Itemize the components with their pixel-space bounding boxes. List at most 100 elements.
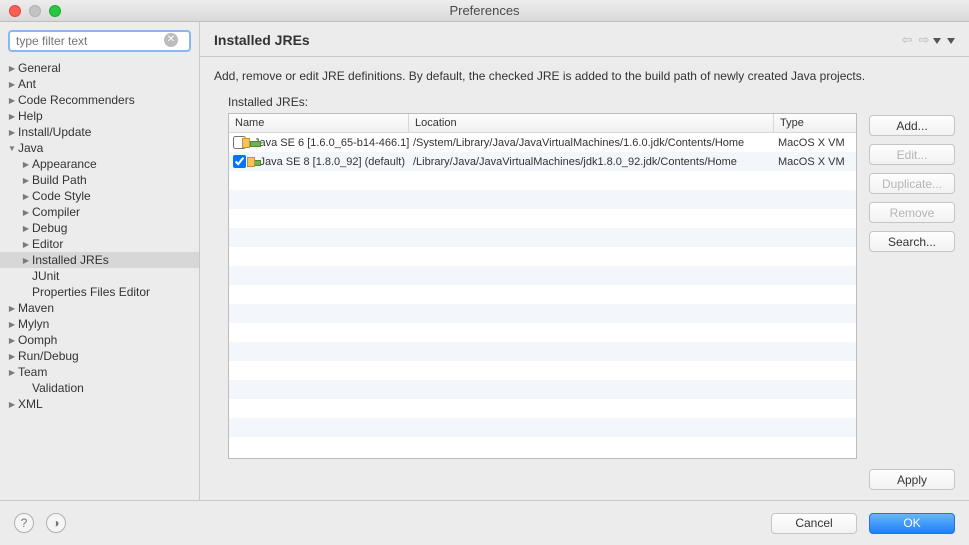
- table-row-empty: [229, 247, 856, 266]
- disclosure-triangle-icon[interactable]: [20, 207, 32, 218]
- disclosure-triangle-icon[interactable]: [20, 239, 32, 250]
- table-row[interactable]: Java SE 8 [1.8.0_92] (default) /Library/J…: [229, 152, 856, 171]
- table-row-empty: [229, 209, 856, 228]
- tree-item-label: Build Path: [32, 173, 87, 187]
- tree-item[interactable]: Validation: [0, 380, 199, 396]
- tree-item[interactable]: Code Recommenders: [0, 92, 199, 108]
- disclosure-triangle-icon[interactable]: [6, 399, 18, 410]
- import-export-icon[interactable]: ◑: [46, 513, 66, 533]
- tree-item-label: Code Style: [32, 189, 91, 203]
- titlebar: Preferences: [0, 0, 969, 22]
- tree-item[interactable]: Help: [0, 108, 199, 124]
- tree-item[interactable]: XML: [0, 396, 199, 412]
- tree-item-label: Team: [18, 365, 47, 379]
- tree-item[interactable]: Code Style: [0, 188, 199, 204]
- disclosure-triangle-icon[interactable]: [20, 191, 32, 202]
- disclosure-triangle-icon[interactable]: [20, 175, 32, 186]
- page-description: Add, remove or edit JRE definitions. By …: [200, 57, 969, 83]
- tree-item[interactable]: Run/Debug: [0, 348, 199, 364]
- apply-button[interactable]: Apply: [869, 469, 955, 490]
- column-header-type[interactable]: Type: [774, 114, 856, 132]
- tree-item-label: Properties Files Editor: [32, 285, 150, 299]
- tree-item-label: General: [18, 61, 61, 75]
- preferences-tree[interactable]: GeneralAntCode Recommenders Help Install/U…: [0, 58, 199, 500]
- disclosure-triangle-icon[interactable]: [6, 95, 18, 106]
- disclosure-triangle-icon[interactable]: [6, 127, 18, 138]
- tree-item[interactable]: Compiler: [0, 204, 199, 220]
- tree-item[interactable]: Properties Files Editor: [0, 284, 199, 300]
- remove-button: Remove: [869, 202, 955, 223]
- tree-item[interactable]: Ant: [0, 76, 199, 92]
- jre-default-checkbox[interactable]: [233, 155, 246, 168]
- tree-item[interactable]: Mylyn: [0, 316, 199, 332]
- column-header-name[interactable]: Name: [229, 114, 409, 132]
- tree-item[interactable]: JUnit: [0, 268, 199, 284]
- tree-item[interactable]: Editor: [0, 236, 199, 252]
- disclosure-triangle-icon[interactable]: [20, 255, 32, 266]
- jre-location: /System/Library/Java/JavaVirtualMachines…: [409, 137, 774, 149]
- close-window-button[interactable]: [9, 5, 21, 17]
- dialog-footer: ? ◑ Cancel OK: [0, 500, 969, 545]
- tree-item[interactable]: General: [0, 60, 199, 76]
- tree-item-label: Code Recommenders: [18, 93, 135, 107]
- disclosure-triangle-icon[interactable]: [6, 303, 18, 314]
- zoom-window-button[interactable]: [49, 5, 61, 17]
- tree-item-label: XML: [18, 397, 43, 411]
- table-label: Installed JREs:: [228, 95, 857, 109]
- tree-item[interactable]: Install/Update: [0, 124, 199, 140]
- page-menu-icon[interactable]: [947, 33, 955, 48]
- disclosure-triangle-icon[interactable]: [6, 63, 18, 74]
- tree-item-label: Install/Update: [18, 125, 91, 139]
- column-header-location[interactable]: Location: [409, 114, 774, 132]
- ok-button[interactable]: OK: [869, 513, 955, 534]
- tree-item-label: Validation: [32, 381, 84, 395]
- tree-item[interactable]: Maven: [0, 300, 199, 316]
- table-row-empty: [229, 437, 856, 456]
- tree-item-label: Help: [18, 109, 43, 123]
- disclosure-triangle-icon[interactable]: [6, 335, 18, 346]
- jre-location: /Library/Java/JavaVirtualMachines/jdk1.8…: [409, 156, 774, 168]
- tree-item-label: Installed JREs: [32, 253, 109, 267]
- tree-item[interactable]: Java: [0, 140, 199, 156]
- tree-item-label: Oomph: [18, 333, 57, 347]
- tree-item[interactable]: Installed JREs: [0, 252, 199, 268]
- edit-button: Edit...: [869, 144, 955, 165]
- minimize-window-button: [29, 5, 41, 17]
- back-icon[interactable]: ⇦: [902, 32, 913, 48]
- clear-filter-icon[interactable]: ✕: [164, 33, 178, 47]
- preferences-sidebar: ✕ GeneralAntCode Recommenders Help Install…: [0, 22, 200, 500]
- jre-name: Java SE 8 [1.8.0_92] (default): [259, 156, 405, 168]
- cancel-button[interactable]: Cancel: [771, 513, 857, 534]
- duplicate-button: Duplicate...: [869, 173, 955, 194]
- tree-item-label: Debug: [32, 221, 67, 235]
- tree-item[interactable]: Debug: [0, 220, 199, 236]
- forward-icon[interactable]: ⇨: [918, 32, 941, 48]
- add-button[interactable]: Add...: [869, 115, 955, 136]
- table-row-empty: [229, 361, 856, 380]
- tree-item[interactable]: Appearance: [0, 156, 199, 172]
- table-row-empty: [229, 418, 856, 437]
- jre-type: MacOS X VM: [774, 156, 856, 168]
- table-row[interactable]: Java SE 6 [1.6.0_65-b14-466.1]/System/Li…: [229, 133, 856, 152]
- table-row-empty: [229, 380, 856, 399]
- disclosure-triangle-icon[interactable]: [6, 351, 18, 362]
- jre-icon: [250, 157, 255, 167]
- tree-item[interactable]: Oomph: [0, 332, 199, 348]
- disclosure-triangle-icon[interactable]: [6, 79, 18, 90]
- disclosure-triangle-icon[interactable]: [20, 223, 32, 234]
- tree-item-label: Editor: [32, 237, 63, 251]
- disclosure-triangle-icon[interactable]: [20, 159, 32, 170]
- help-icon[interactable]: ?: [14, 513, 34, 533]
- tree-item[interactable]: Build Path: [0, 172, 199, 188]
- tree-item-label: Appearance: [32, 157, 97, 171]
- disclosure-triangle-icon[interactable]: [6, 319, 18, 330]
- tree-item-label: Mylyn: [18, 317, 49, 331]
- disclosure-triangle-icon[interactable]: [6, 143, 18, 154]
- tree-item[interactable]: Team: [0, 364, 199, 380]
- preferences-page: Installed JREs ⇦ ⇨ Add, remove or edit J…: [200, 22, 969, 500]
- disclosure-triangle-icon[interactable]: [6, 367, 18, 378]
- table-row-empty: [229, 228, 856, 247]
- jre-table[interactable]: Name Location Type Java SE 6 [1.6.0_65-b…: [228, 113, 857, 459]
- disclosure-triangle-icon[interactable]: [6, 111, 18, 122]
- search-button[interactable]: Search...: [869, 231, 955, 252]
